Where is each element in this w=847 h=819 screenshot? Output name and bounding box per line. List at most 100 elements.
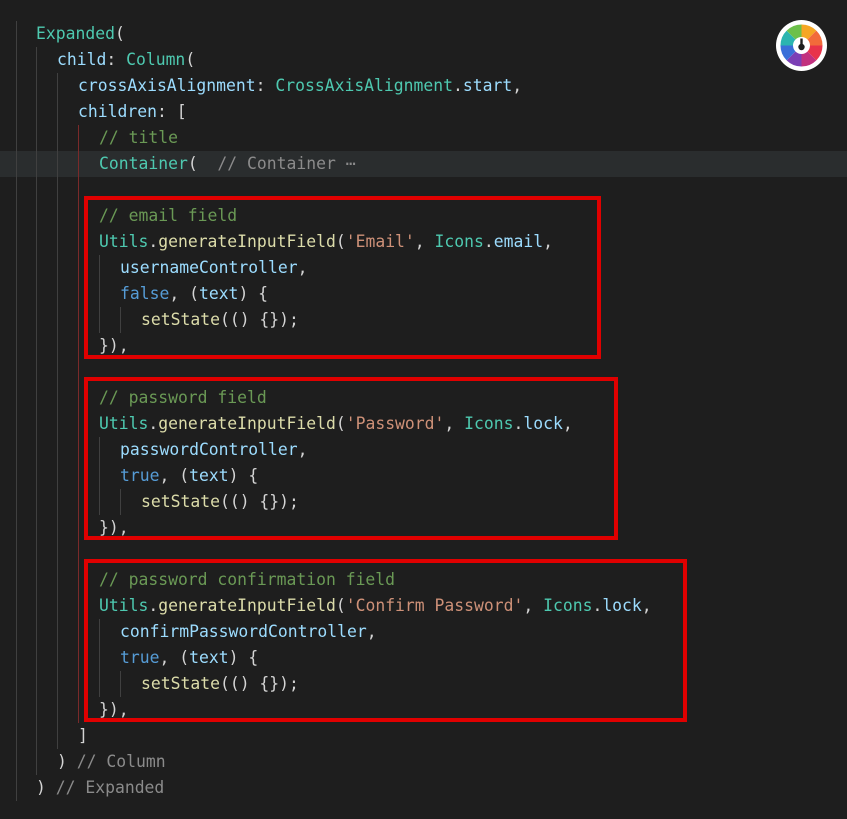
indent-guide: [36, 73, 37, 99]
indent-guide: [99, 671, 100, 697]
code-text: true, (text) {: [120, 463, 258, 489]
code-line[interactable]: crossAxisAlignment: CrossAxisAlignment.s…: [0, 73, 847, 99]
code-line[interactable]: // password confirmation field: [0, 567, 847, 593]
indent-guide: [57, 177, 58, 203]
code-token: (: [335, 232, 346, 251]
code-line[interactable]: }),: [0, 333, 847, 359]
code-token: .: [148, 596, 159, 615]
indent-guide: [99, 281, 100, 307]
code-text: setState(() {});: [141, 671, 299, 697]
indent-guide: [16, 99, 17, 125]
code-line[interactable]: Container( // Container ⋯: [0, 151, 847, 177]
code-line[interactable]: Utils.generateInputField('Email', Icons.…: [0, 229, 847, 255]
indent-guide: [57, 541, 58, 567]
indent-guide: [78, 229, 79, 255]
indent-guide: [57, 671, 58, 697]
indent-guide: [99, 645, 100, 671]
indent-guide: [36, 229, 37, 255]
code-token: .: [148, 232, 159, 251]
code-line[interactable]: child: Column(: [0, 47, 847, 73]
code-text: }),: [99, 515, 129, 541]
code-editor[interactable]: Expanded(child: Column(crossAxisAlignmen…: [0, 0, 847, 819]
indent-guide: [36, 151, 37, 177]
indent-guide: [36, 489, 37, 515]
code-line[interactable]: // title: [0, 125, 847, 151]
code-line[interactable]: }),: [0, 515, 847, 541]
indent-guide: [16, 619, 17, 645]
indent-guide: [16, 281, 17, 307]
indent-guide: [57, 385, 58, 411]
code-line[interactable]: }),: [0, 697, 847, 723]
indent-guide: [99, 437, 100, 463]
indent-guide: [16, 697, 17, 723]
code-line[interactable]: usernameController,: [0, 255, 847, 281]
code-token: generateInputField: [158, 232, 336, 251]
code-line[interactable]: true, (text) {: [0, 645, 847, 671]
code-line[interactable]: [0, 541, 847, 567]
code-line[interactable]: true, (text) {: [0, 463, 847, 489]
code-token: :: [106, 50, 127, 69]
code-line[interactable]: setState(() {});: [0, 307, 847, 333]
indent-guide: [57, 697, 58, 723]
indent-guide: [99, 489, 100, 515]
indent-guide: [57, 307, 58, 333]
code-line[interactable]: Utils.generateInputField('Confirm Passwo…: [0, 593, 847, 619]
indent-guide: [36, 47, 37, 73]
indent-guide: [78, 125, 79, 151]
code-line[interactable]: Expanded(: [0, 21, 847, 47]
code-line[interactable]: ]: [0, 723, 847, 749]
indent-guide: [120, 307, 121, 333]
code-line[interactable]: // email field: [0, 203, 847, 229]
indent-guide: [57, 229, 58, 255]
indent-guide: [78, 619, 79, 645]
code-line[interactable]: children: [: [0, 99, 847, 125]
code-line[interactable]: false, (text) {: [0, 281, 847, 307]
indent-guide: [36, 593, 37, 619]
code-token: (: [187, 154, 218, 173]
code-token: false: [120, 284, 170, 303]
indent-guide: [78, 385, 79, 411]
indent-guide: [78, 151, 79, 177]
code-line[interactable]: [0, 177, 847, 203]
indent-guide: [120, 671, 121, 697]
indent-guide: [36, 333, 37, 359]
code-text: passwordController,: [120, 437, 308, 463]
code-token: (: [114, 24, 125, 43]
code-text: }),: [99, 333, 129, 359]
code-text: // email field: [99, 203, 237, 229]
code-token: // password confirmation field: [99, 570, 396, 589]
indent-guide: [16, 125, 17, 151]
indent-guide: [78, 697, 79, 723]
indent-guide: [57, 255, 58, 281]
code-token: child: [57, 50, 107, 69]
indent-guide: [57, 489, 58, 515]
code-token: 'Email': [345, 232, 415, 251]
indent-guide: [16, 21, 17, 47]
indent-guide: [36, 697, 37, 723]
code-token: .: [453, 76, 463, 95]
code-token: // title: [99, 128, 178, 147]
code-line[interactable]: ) // Expanded: [0, 775, 847, 801]
code-line[interactable]: ) // Column: [0, 749, 847, 775]
code-token: text: [189, 466, 229, 485]
code-token: .: [513, 414, 524, 433]
code-token: Utils: [99, 596, 149, 615]
code-token: CrossAxisAlignment: [275, 76, 453, 95]
indent-guide: [57, 463, 58, 489]
indent-guide: [36, 437, 37, 463]
code-line[interactable]: setState(() {});: [0, 671, 847, 697]
code-line[interactable]: setState(() {});: [0, 489, 847, 515]
indent-guide: [16, 515, 17, 541]
code-token: ,: [366, 622, 377, 641]
code-line[interactable]: passwordController,: [0, 437, 847, 463]
code-line[interactable]: // password field: [0, 385, 847, 411]
code-token: // Container ⋯: [217, 154, 356, 173]
code-token: ,: [641, 596, 652, 615]
code-token: (: [335, 596, 346, 615]
indent-guide: [36, 99, 37, 125]
code-line[interactable]: [0, 359, 847, 385]
indent-guide: [36, 723, 37, 749]
indent-guide: [36, 645, 37, 671]
code-line[interactable]: confirmPasswordController,: [0, 619, 847, 645]
code-line[interactable]: Utils.generateInputField('Password', Ico…: [0, 411, 847, 437]
